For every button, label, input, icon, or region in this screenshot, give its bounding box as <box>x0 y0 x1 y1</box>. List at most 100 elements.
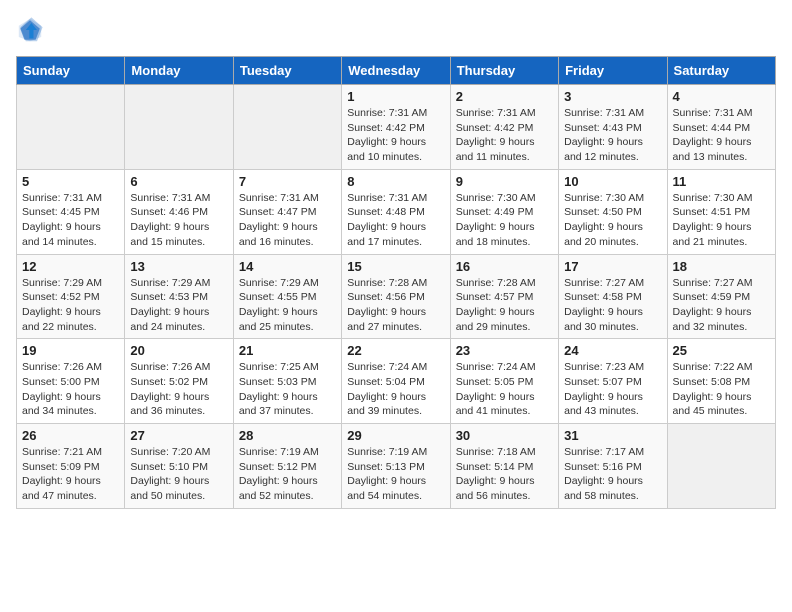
calendar-cell: 3 Sunrise: 7:31 AM Sunset: 4:43 PM Daylig… <box>559 85 667 170</box>
day-info: Sunrise: 7:31 AM Sunset: 4:43 PM Dayligh… <box>564 106 661 165</box>
day-info: Sunrise: 7:17 AM Sunset: 5:16 PM Dayligh… <box>564 445 661 504</box>
day-header-wednesday: Wednesday <box>342 57 450 85</box>
calendar-cell <box>17 85 125 170</box>
calendar-table: SundayMondayTuesdayWednesdayThursdayFrid… <box>16 56 776 509</box>
logo <box>16 16 48 44</box>
day-number: 16 <box>456 259 553 274</box>
calendar-cell: 15 Sunrise: 7:28 AM Sunset: 4:56 PM Dayli… <box>342 254 450 339</box>
day-info: Sunrise: 7:31 AM Sunset: 4:42 PM Dayligh… <box>347 106 444 165</box>
day-info: Sunrise: 7:18 AM Sunset: 5:14 PM Dayligh… <box>456 445 553 504</box>
day-header-tuesday: Tuesday <box>233 57 341 85</box>
day-number: 14 <box>239 259 336 274</box>
day-info: Sunrise: 7:28 AM Sunset: 4:57 PM Dayligh… <box>456 276 553 335</box>
day-header-thursday: Thursday <box>450 57 558 85</box>
day-number: 30 <box>456 428 553 443</box>
calendar-cell: 24Sunrise: 7:23 AM Sunset: 5:07 PM Dayli… <box>559 339 667 424</box>
calendar-cell <box>125 85 233 170</box>
day-number: 5 <box>22 174 119 189</box>
calendar-cell: 9 Sunrise: 7:30 AM Sunset: 4:49 PM Daylig… <box>450 169 558 254</box>
day-header-friday: Friday <box>559 57 667 85</box>
day-info: Sunrise: 7:31 AM Sunset: 4:42 PM Dayligh… <box>456 106 553 165</box>
calendar-cell: 25Sunrise: 7:22 AM Sunset: 5:08 PM Dayli… <box>667 339 775 424</box>
day-info: Sunrise: 7:25 AM Sunset: 5:03 PM Dayligh… <box>239 360 336 419</box>
day-header-sunday: Sunday <box>17 57 125 85</box>
calendar-cell: 27 Sunrise: 7:20 AM Sunset: 5:10 PM Dayli… <box>125 424 233 509</box>
calendar-cell: 11 Sunrise: 7:30 AM Sunset: 4:51 PM Dayli… <box>667 169 775 254</box>
calendar-cell: 10 Sunrise: 7:30 AM Sunset: 4:50 PM Dayli… <box>559 169 667 254</box>
calendar-cell: 12 Sunrise: 7:29 AM Sunset: 4:52 PM Dayli… <box>17 254 125 339</box>
day-info: Sunrise: 7:22 AM Sunset: 5:08 PM Dayligh… <box>673 360 770 419</box>
day-number: 11 <box>673 174 770 189</box>
calendar-cell: 31 Sunrise: 7:17 AM Sunset: 5:16 PM Dayli… <box>559 424 667 509</box>
calendar-cell: 26Sunrise: 7:21 AM Sunset: 5:09 PM Dayli… <box>17 424 125 509</box>
day-info: Sunrise: 7:30 AM Sunset: 4:50 PM Dayligh… <box>564 191 661 250</box>
calendar-cell: 19Sunrise: 7:26 AM Sunset: 5:00 PM Dayli… <box>17 339 125 424</box>
day-info: Sunrise: 7:30 AM Sunset: 4:51 PM Dayligh… <box>673 191 770 250</box>
calendar-cell: 6Sunrise: 7:31 AM Sunset: 4:46 PM Daylig… <box>125 169 233 254</box>
calendar-cell: 5Sunrise: 7:31 AM Sunset: 4:45 PM Daylig… <box>17 169 125 254</box>
day-number: 3 <box>564 89 661 104</box>
calendar-week-4: 19Sunrise: 7:26 AM Sunset: 5:00 PM Dayli… <box>17 339 776 424</box>
calendar-cell <box>233 85 341 170</box>
day-info: Sunrise: 7:20 AM Sunset: 5:10 PM Dayligh… <box>130 445 227 504</box>
day-number: 8 <box>347 174 444 189</box>
day-info: Sunrise: 7:27 AM Sunset: 4:59 PM Dayligh… <box>673 276 770 335</box>
calendar-cell: 2 Sunrise: 7:31 AM Sunset: 4:42 PM Daylig… <box>450 85 558 170</box>
calendar-cell: 18Sunrise: 7:27 AM Sunset: 4:59 PM Dayli… <box>667 254 775 339</box>
day-number: 24 <box>564 343 661 358</box>
day-info: Sunrise: 7:19 AM Sunset: 5:12 PM Dayligh… <box>239 445 336 504</box>
calendar-week-3: 12 Sunrise: 7:29 AM Sunset: 4:52 PM Dayli… <box>17 254 776 339</box>
day-number: 28 <box>239 428 336 443</box>
day-number: 7 <box>239 174 336 189</box>
day-number: 31 <box>564 428 661 443</box>
calendar-cell <box>667 424 775 509</box>
day-number: 17 <box>564 259 661 274</box>
calendar-cell: 17 Sunrise: 7:27 AM Sunset: 4:58 PM Dayli… <box>559 254 667 339</box>
days-header-row: SundayMondayTuesdayWednesdayThursdayFrid… <box>17 57 776 85</box>
day-number: 12 <box>22 259 119 274</box>
day-number: 15 <box>347 259 444 274</box>
calendar-cell: 20Sunrise: 7:26 AM Sunset: 5:02 PM Dayli… <box>125 339 233 424</box>
day-number: 2 <box>456 89 553 104</box>
day-info: Sunrise: 7:24 AM Sunset: 5:05 PM Dayligh… <box>456 360 553 419</box>
calendar-cell: 13 Sunrise: 7:29 AM Sunset: 4:53 PM Dayli… <box>125 254 233 339</box>
day-number: 13 <box>130 259 227 274</box>
calendar-cell: 29 Sunrise: 7:19 AM Sunset: 5:13 PM Dayli… <box>342 424 450 509</box>
calendar-cell: 21 Sunrise: 7:25 AM Sunset: 5:03 PM Dayli… <box>233 339 341 424</box>
day-number: 19 <box>22 343 119 358</box>
day-number: 9 <box>456 174 553 189</box>
day-number: 23 <box>456 343 553 358</box>
day-number: 4 <box>673 89 770 104</box>
day-number: 21 <box>239 343 336 358</box>
day-info: Sunrise: 7:29 AM Sunset: 4:52 PM Dayligh… <box>22 276 119 335</box>
calendar-week-5: 26Sunrise: 7:21 AM Sunset: 5:09 PM Dayli… <box>17 424 776 509</box>
calendar-cell: 1 Sunrise: 7:31 AM Sunset: 4:42 PM Daylig… <box>342 85 450 170</box>
day-number: 10 <box>564 174 661 189</box>
day-info: Sunrise: 7:29 AM Sunset: 4:55 PM Dayligh… <box>239 276 336 335</box>
day-info: Sunrise: 7:31 AM Sunset: 4:47 PM Dayligh… <box>239 191 336 250</box>
day-info: Sunrise: 7:21 AM Sunset: 5:09 PM Dayligh… <box>22 445 119 504</box>
calendar-cell: 30 Sunrise: 7:18 AM Sunset: 5:14 PM Dayli… <box>450 424 558 509</box>
calendar-cell: 4Sunrise: 7:31 AM Sunset: 4:44 PM Daylig… <box>667 85 775 170</box>
calendar-cell: 7 Sunrise: 7:31 AM Sunset: 4:47 PM Daylig… <box>233 169 341 254</box>
day-number: 27 <box>130 428 227 443</box>
day-number: 29 <box>347 428 444 443</box>
day-number: 22 <box>347 343 444 358</box>
day-number: 1 <box>347 89 444 104</box>
day-info: Sunrise: 7:29 AM Sunset: 4:53 PM Dayligh… <box>130 276 227 335</box>
calendar-week-1: 1 Sunrise: 7:31 AM Sunset: 4:42 PM Daylig… <box>17 85 776 170</box>
calendar-cell: 28 Sunrise: 7:19 AM Sunset: 5:12 PM Dayli… <box>233 424 341 509</box>
page-header <box>16 16 776 44</box>
calendar-week-2: 5Sunrise: 7:31 AM Sunset: 4:45 PM Daylig… <box>17 169 776 254</box>
logo-icon <box>16 16 44 44</box>
day-info: Sunrise: 7:24 AM Sunset: 5:04 PM Dayligh… <box>347 360 444 419</box>
day-info: Sunrise: 7:30 AM Sunset: 4:49 PM Dayligh… <box>456 191 553 250</box>
day-info: Sunrise: 7:28 AM Sunset: 4:56 PM Dayligh… <box>347 276 444 335</box>
day-number: 20 <box>130 343 227 358</box>
day-info: Sunrise: 7:31 AM Sunset: 4:46 PM Dayligh… <box>130 191 227 250</box>
day-info: Sunrise: 7:27 AM Sunset: 4:58 PM Dayligh… <box>564 276 661 335</box>
day-info: Sunrise: 7:19 AM Sunset: 5:13 PM Dayligh… <box>347 445 444 504</box>
day-info: Sunrise: 7:31 AM Sunset: 4:48 PM Dayligh… <box>347 191 444 250</box>
day-header-monday: Monday <box>125 57 233 85</box>
calendar-cell: 22 Sunrise: 7:24 AM Sunset: 5:04 PM Dayli… <box>342 339 450 424</box>
